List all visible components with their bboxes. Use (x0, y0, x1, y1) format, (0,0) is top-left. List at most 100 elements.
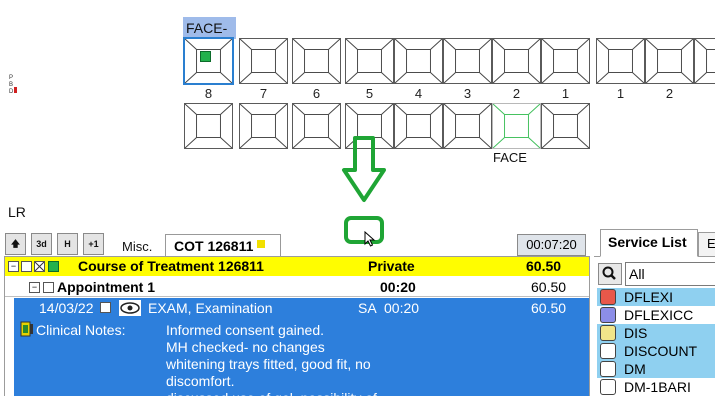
tooth-upper[interactable] (492, 38, 541, 84)
tooth-upper[interactable] (541, 38, 590, 84)
tooth-lower[interactable] (394, 103, 443, 149)
tooth-upper[interactable] (596, 38, 645, 84)
course-row[interactable]: − Course of Treatment 126811 Private 60.… (5, 257, 589, 276)
appointment-title: Appointment 1 (57, 279, 155, 295)
service-item-icon (600, 379, 616, 395)
tooth-lower[interactable] (492, 103, 541, 149)
mouse-cursor-icon (364, 231, 376, 247)
service-item[interactable]: DM-1BARI (597, 378, 715, 396)
tooth-upper[interactable] (443, 38, 492, 84)
tooth-number: 5 (365, 86, 374, 101)
tooth-surface-icon (293, 39, 340, 83)
tooth-number: 1 (561, 86, 570, 101)
tooth-surface-icon (240, 104, 287, 148)
tab-cot[interactable]: COT 126811 (165, 234, 281, 258)
appointment-checkbox[interactable] (43, 282, 54, 293)
course-cross-box[interactable] (34, 261, 45, 272)
tooth-surface-icon (695, 39, 715, 83)
tooth-surface-icon (542, 39, 589, 83)
tooth-number: 2 (512, 86, 521, 101)
tooth-number: 3 (463, 86, 472, 101)
service-item-icon (600, 307, 616, 323)
tooth-number: 4 (414, 86, 423, 101)
service-item-icon (600, 361, 616, 377)
appointment-row[interactable]: − Appointment 1 00:20 60.50 (5, 278, 589, 297)
tooth-surface-icon (597, 39, 644, 83)
pbd-label: P B D (9, 75, 14, 95)
home-button[interactable] (5, 233, 26, 255)
service-item[interactable]: DIS (597, 324, 715, 342)
tooth-lower[interactable] (443, 103, 492, 149)
tab-service-list[interactable]: Service List (600, 229, 698, 257)
cross-icon (35, 262, 44, 271)
history-button[interactable]: H (57, 233, 78, 255)
appointment-timer: 00:07:20 (517, 234, 586, 256)
pbd-indicator: P B D (9, 75, 17, 96)
face-label-upper: FACE- (183, 17, 236, 39)
tooth-surface-icon (444, 104, 491, 148)
service-item[interactable]: DM (597, 360, 715, 378)
tooth-lower[interactable] (292, 103, 341, 149)
service-search-button[interactable] (598, 263, 622, 285)
item-code: SA (358, 300, 377, 316)
status-dot-icon (257, 240, 266, 248)
service-item-label: DM (624, 361, 646, 377)
tooth-surface-icon (542, 104, 589, 148)
item-amount: 60.50 (531, 300, 567, 316)
course-checkbox[interactable] (21, 261, 32, 272)
tab-misc[interactable]: Misc. (122, 239, 152, 254)
service-item-icon (600, 325, 616, 341)
service-item[interactable]: DFLEXICC (597, 306, 715, 324)
service-item-label: DM-1BARI (624, 379, 691, 395)
tooth-surface-icon (395, 39, 442, 83)
course-title: Course of Treatment 126811 (78, 258, 264, 274)
tooth-upper[interactable] (645, 38, 694, 84)
tooth-surface-icon (185, 104, 232, 148)
tooth-surface-icon (395, 104, 442, 148)
collapse-toggle[interactable]: − (8, 261, 19, 272)
clinical-notes-icon (20, 321, 33, 337)
service-item-icon (600, 343, 616, 359)
tooth-upper[interactable] (345, 38, 394, 84)
tooth-number: 1 (616, 86, 625, 101)
tooth-number: 3 (694, 86, 715, 101)
service-item-icon (600, 289, 616, 305)
collapse-toggle[interactable]: − (29, 282, 40, 293)
item-description: EXAM, Examination (148, 300, 273, 316)
service-item-label: DFLEXI (624, 289, 674, 305)
search-icon (602, 266, 616, 280)
service-item[interactable]: DISCOUNT (597, 342, 715, 360)
tooth-upper[interactable] (239, 38, 288, 84)
tooth-number: 7 (259, 86, 268, 101)
view-3d-button[interactable]: 3d (31, 233, 52, 255)
tooth-surface-icon (346, 39, 393, 83)
tooth-upper[interactable] (292, 38, 341, 84)
tooth-surface-icon (293, 104, 340, 148)
tooth-lower[interactable] (184, 103, 233, 149)
service-item-label: DIS (624, 325, 648, 341)
tooth-number: 2 (665, 86, 674, 101)
pbd-red-bar (14, 87, 17, 93)
row-divider (5, 296, 589, 297)
note-line: discomfort. (166, 373, 235, 389)
selected-surface-marker (200, 51, 211, 62)
service-item-label: DFLEXICC (624, 307, 694, 323)
tooth-upper[interactable] (184, 38, 233, 84)
note-line: Informed consent gained. (166, 322, 324, 338)
eye-icon[interactable] (119, 300, 141, 316)
tooth-upper[interactable] (694, 38, 715, 84)
tab-secondary[interactable]: E (698, 232, 715, 257)
note-line: discussed use of gel, possibility of (166, 390, 377, 406)
service-filter-input[interactable]: All (625, 262, 715, 286)
note-line: whitening trays fitted, good fit, no (166, 356, 371, 372)
tooth-lower[interactable] (239, 103, 288, 149)
plus-one-button[interactable]: +1 (83, 233, 104, 255)
item-date: 14/03/22 (39, 300, 94, 316)
tooth-surface-icon (646, 39, 693, 83)
item-time: 00:20 (384, 300, 420, 316)
item-checkbox[interactable] (100, 302, 111, 313)
tooth-upper[interactable] (394, 38, 443, 84)
treatment-item-selected[interactable]: 14/03/22 EXAM, Examination SA 00:20 60.5… (14, 298, 589, 406)
tooth-lower[interactable] (541, 103, 590, 149)
service-item[interactable]: DFLEXI (597, 288, 715, 306)
